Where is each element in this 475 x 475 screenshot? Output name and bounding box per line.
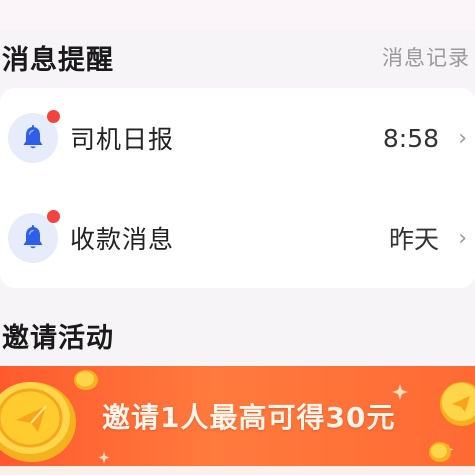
message-row-payment[interactable]: 收款消息 昨天 ›: [0, 188, 475, 288]
invite-banner[interactable]: 邀请1人最高可得30元: [0, 366, 475, 466]
invite-section-header: 邀请活动: [0, 308, 475, 362]
top-strip: [0, 0, 475, 30]
chevron-right-icon: ›: [458, 225, 467, 251]
messages-section-header: 消息提醒 消息记录 ›: [0, 30, 475, 84]
paper-plane-coin-icon: [0, 382, 76, 462]
chevron-right-icon: ›: [458, 125, 467, 151]
invite-banner-text: 邀请1人最高可得30元: [102, 401, 396, 434]
message-time: 昨天: [388, 225, 439, 254]
paper-plane-coin-icon: [440, 382, 475, 426]
bottom-strip: [0, 466, 475, 475]
message-row-driver-report[interactable]: 司机日报 8:58 ›: [0, 88, 475, 188]
message-history-label: 消息记录: [382, 46, 470, 70]
unread-dot: [47, 210, 60, 223]
message-label: 司机日报: [70, 125, 175, 154]
message-label: 收款消息: [70, 225, 175, 254]
messages-card: 司机日报 8:58 › 收款消息 昨天 ›: [0, 88, 475, 288]
bell-icon: [8, 110, 60, 163]
invite-section-title: 邀请活动: [2, 322, 114, 354]
bell-icon: [8, 210, 60, 263]
messages-section-title: 消息提醒: [2, 44, 114, 76]
message-time: 8:58: [382, 123, 439, 153]
message-history-link[interactable]: 消息记录 ›: [382, 42, 475, 72]
unread-dot: [47, 110, 60, 123]
